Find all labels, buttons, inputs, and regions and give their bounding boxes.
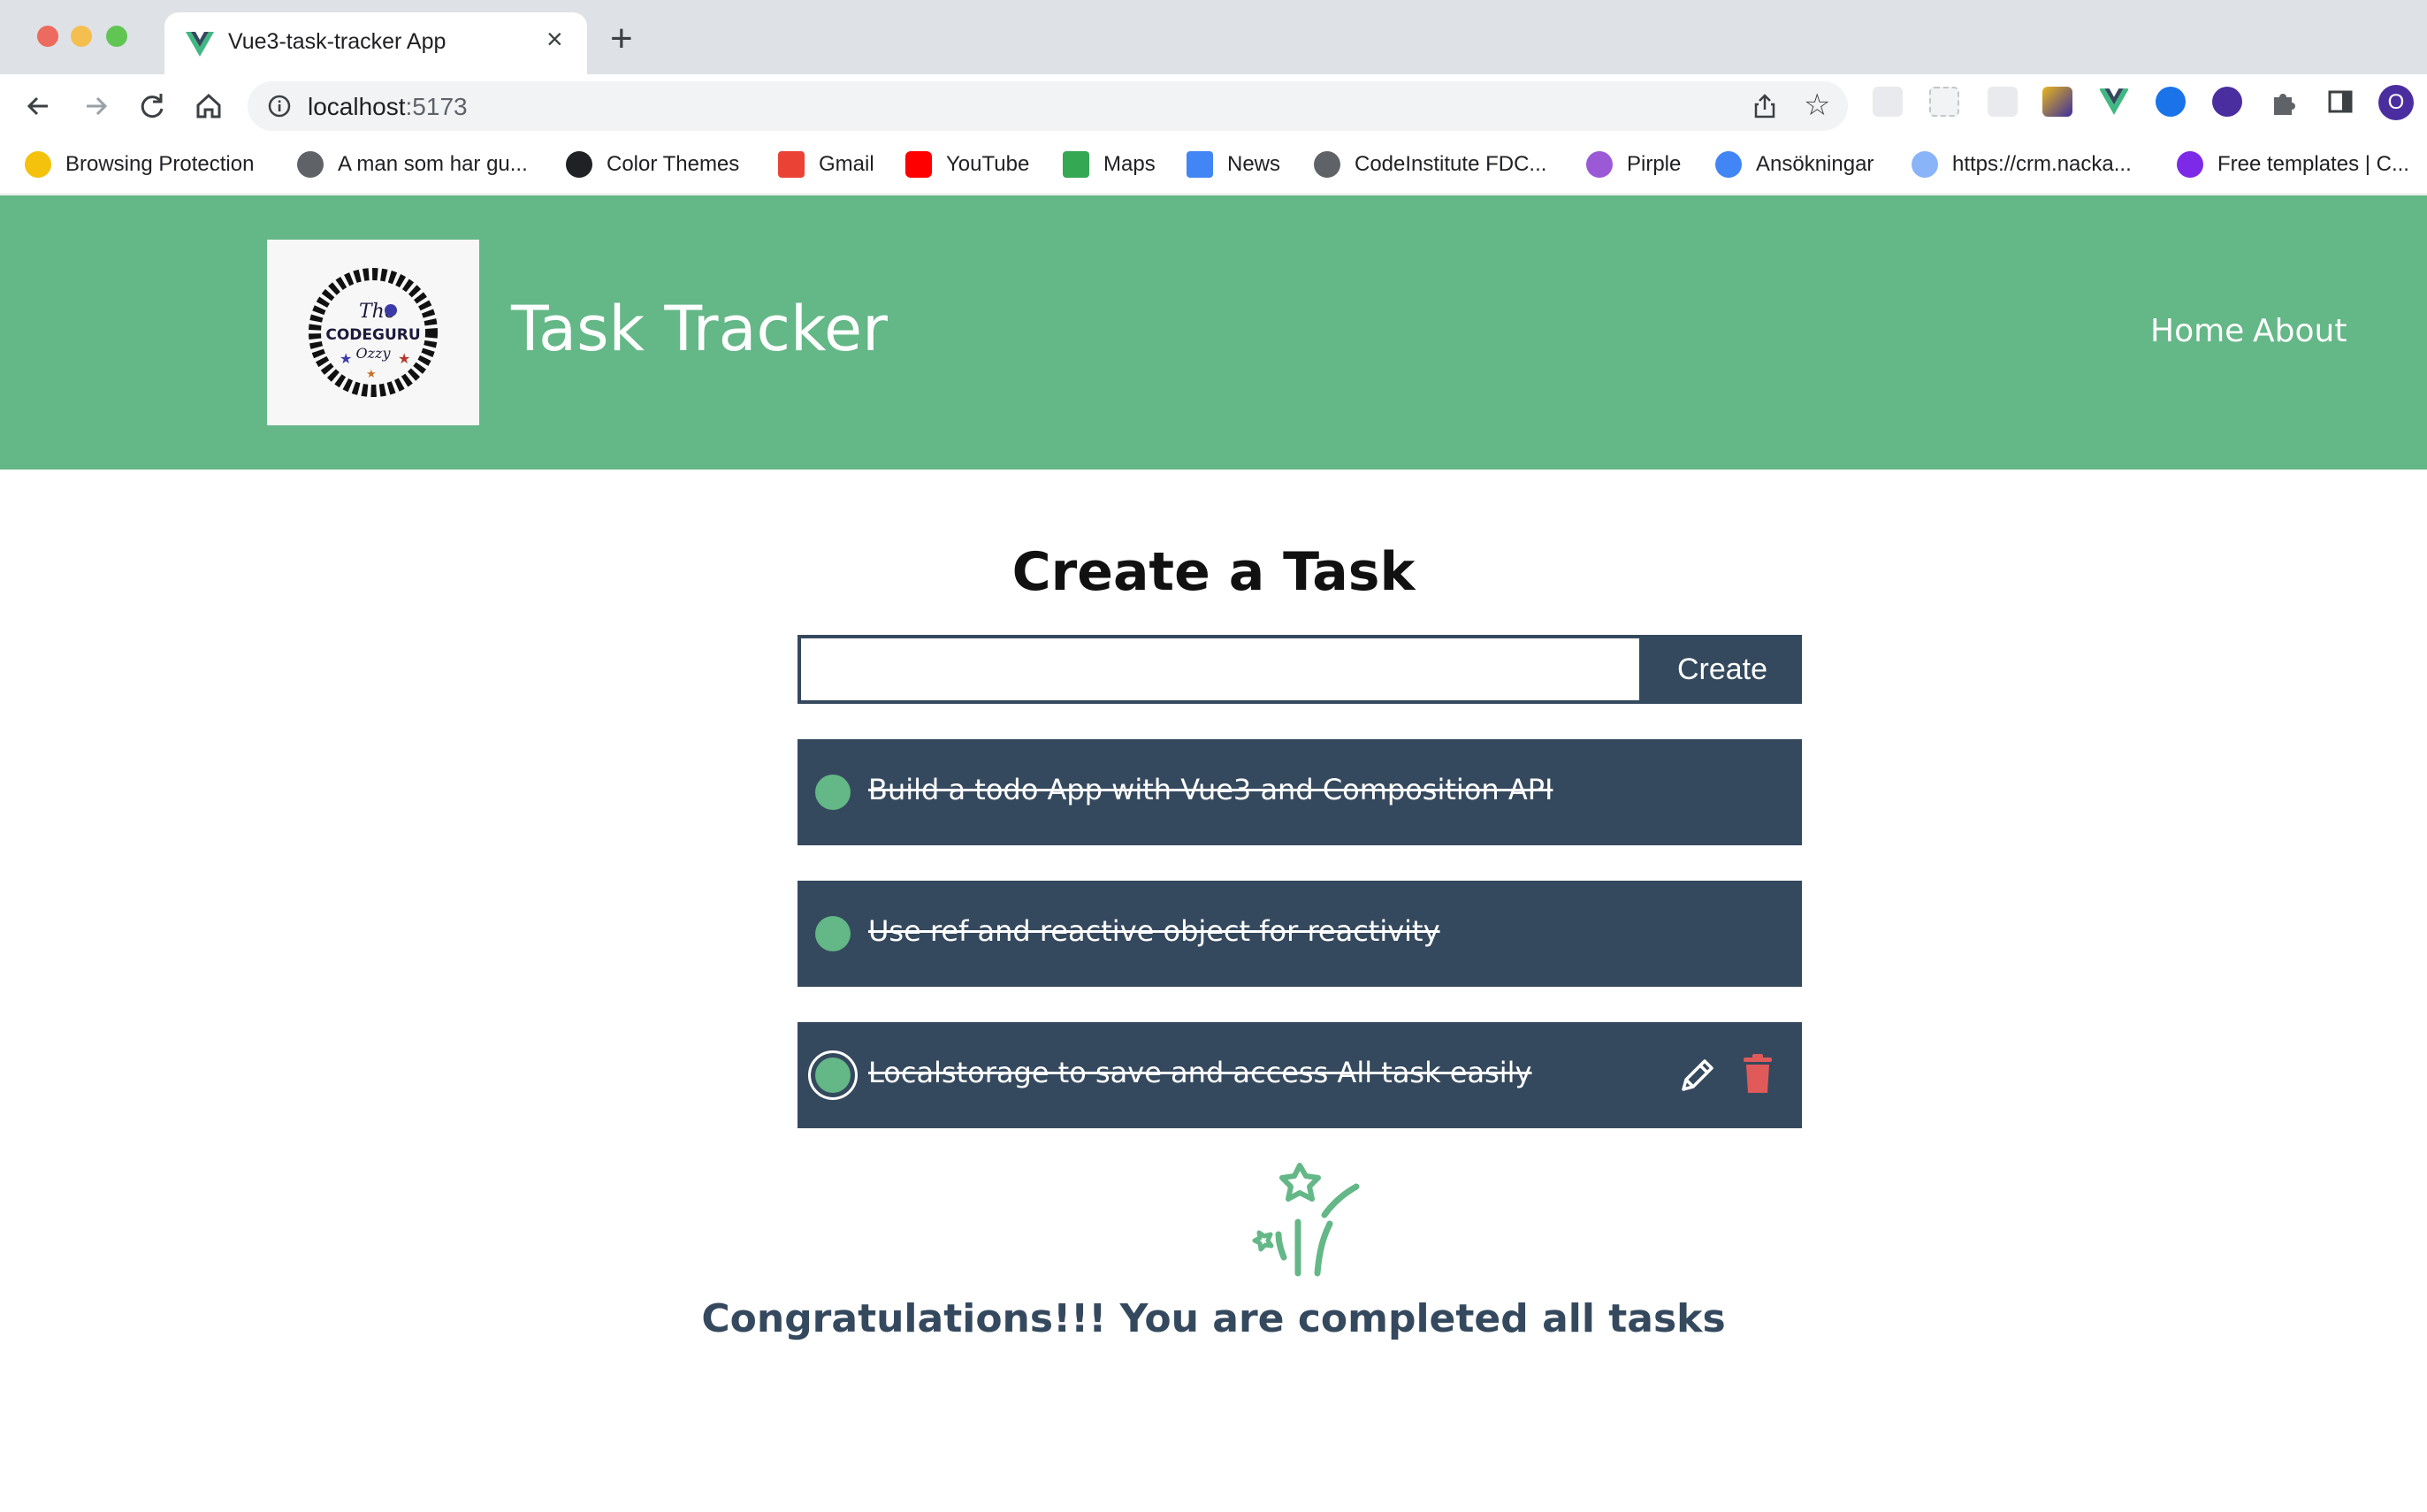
task-text: Localstorage to save and access All task…	[868, 1056, 1532, 1089]
pirple-icon	[1586, 151, 1613, 178]
gmail-icon	[778, 151, 805, 178]
close-tab-icon[interactable]: ×	[546, 25, 563, 53]
minimize-window-button[interactable]	[71, 26, 92, 47]
eye-extension-icon[interactable]	[2156, 87, 2186, 117]
bookmark-star-icon[interactable]: ☆	[1804, 90, 1830, 120]
extensions-puzzle-icon[interactable]	[2269, 87, 2299, 117]
create-button[interactable]: Create	[1643, 635, 1802, 704]
app-title: Task Tracker	[511, 293, 888, 365]
create-task-heading: Create a Task	[1011, 541, 1416, 603]
task-complete-toggle[interactable]	[808, 1050, 858, 1100]
github-icon	[566, 151, 592, 178]
congratulations-message: Congratulations!!! You are completed all…	[701, 1296, 1726, 1341]
shield-check-icon	[25, 151, 51, 178]
nav-home-link[interactable]: Home	[2150, 313, 2244, 349]
puzzle-grid-extension-icon[interactable]	[1929, 87, 1959, 117]
task-text: Build a todo App with Vue3 and Compositi…	[868, 773, 1553, 806]
reload-icon[interactable]	[134, 88, 170, 124]
svg-text:★: ★	[340, 352, 352, 367]
bookmark-browsing-protection[interactable]: Browsing Protection	[25, 149, 254, 180]
bookmark-gmail[interactable]: Gmail	[778, 149, 874, 180]
nav-about-link[interactable]: About	[2253, 313, 2347, 349]
address-bar[interactable]: localhost:5173 ☆	[248, 81, 1848, 131]
browser-tab[interactable]: Vue3-task-tracker App ×	[164, 12, 587, 74]
svg-text:★: ★	[366, 367, 377, 380]
bookmark-youtube[interactable]: YouTube	[905, 149, 1029, 180]
task-text: Use ref and reactive object for reactivi…	[868, 914, 1440, 948]
crm-icon	[1912, 151, 1938, 178]
close-window-button[interactable]	[37, 26, 58, 47]
maximize-window-button[interactable]	[106, 26, 127, 47]
globe-icon	[297, 151, 324, 178]
side-panel-icon[interactable]	[2325, 87, 2355, 117]
task-item: Build a todo App with Vue3 and Compositi…	[798, 739, 1802, 845]
globe-icon	[1314, 151, 1340, 178]
bookmark-a-man[interactable]: A man som har gu...	[297, 149, 528, 180]
svg-text:★: ★	[398, 352, 410, 367]
bookmark-news[interactable]: News	[1187, 149, 1280, 180]
codeguru-logo[interactable]: The CODEGURU Ozzy ★ ★ ★	[267, 240, 479, 425]
maps-icon	[1063, 151, 1089, 178]
eyedropper-extension-icon[interactable]	[1988, 87, 2018, 117]
bookmark-maps[interactable]: Maps	[1063, 149, 1156, 180]
bookmark-pirple[interactable]: Pirple	[1586, 149, 1681, 180]
tab-title: Vue3-task-tracker App	[228, 29, 446, 54]
party-wand-icon	[1252, 1163, 1360, 1277]
task-complete-toggle[interactable]	[815, 916, 851, 951]
bookmark-free-templates[interactable]: Free templates | C...	[2177, 149, 2409, 180]
back-arrow-icon[interactable]	[21, 88, 57, 124]
svg-text:Ozzy: Ozzy	[355, 345, 391, 362]
task-input[interactable]	[798, 635, 1643, 704]
info-icon[interactable]	[267, 94, 292, 118]
news-icon	[1187, 151, 1213, 178]
forward-arrow-icon[interactable]	[78, 88, 113, 124]
app-header: The CODEGURU Ozzy ★ ★ ★ Task Tracker Hom…	[0, 195, 2427, 470]
colorful-extension-icon[interactable]	[2042, 87, 2072, 117]
new-tab-icon[interactable]: +	[610, 19, 633, 58]
bookmark-codeinstitute[interactable]: CodeInstitute FDC...	[1314, 149, 1546, 180]
svg-text:CODEGURU: CODEGURU	[325, 326, 420, 344]
vue-devtools-icon[interactable]	[2099, 87, 2129, 117]
face-extension-icon[interactable]	[2212, 87, 2242, 117]
share-icon[interactable]	[1751, 92, 1779, 120]
url-text[interactable]: localhost:5173	[308, 93, 468, 121]
task-item: Use ref and reactive object for reactivi…	[798, 881, 1802, 987]
canva-icon	[2177, 151, 2203, 178]
home-icon[interactable]	[191, 88, 226, 124]
bookmarks-bar: Browsing Protection A man som har gu... …	[0, 136, 2427, 195]
browser-tab-strip: Vue3-task-tracker App × +	[0, 0, 2427, 74]
profile-avatar[interactable]: O	[2378, 85, 2414, 120]
bookmark-color-themes[interactable]: Color Themes	[566, 149, 739, 180]
vue-icon	[186, 32, 214, 57]
bookmark-crm[interactable]: https://crm.nacka...	[1912, 149, 2132, 180]
bookmark-ansokningar[interactable]: Ansökningar	[1715, 149, 1874, 180]
codeguru-logo-image: The CODEGURU Ozzy ★ ★ ★	[309, 268, 438, 397]
trash-delete-icon[interactable]	[1742, 1054, 1774, 1095]
task-item-hovered: Localstorage to save and access All task…	[798, 1022, 1802, 1128]
check-badge-icon	[1715, 151, 1742, 178]
pencil-edit-icon[interactable]	[1676, 1054, 1719, 1096]
task-complete-toggle[interactable]	[815, 775, 851, 810]
password-extension-icon[interactable]	[1873, 87, 1903, 117]
youtube-icon	[905, 151, 932, 178]
